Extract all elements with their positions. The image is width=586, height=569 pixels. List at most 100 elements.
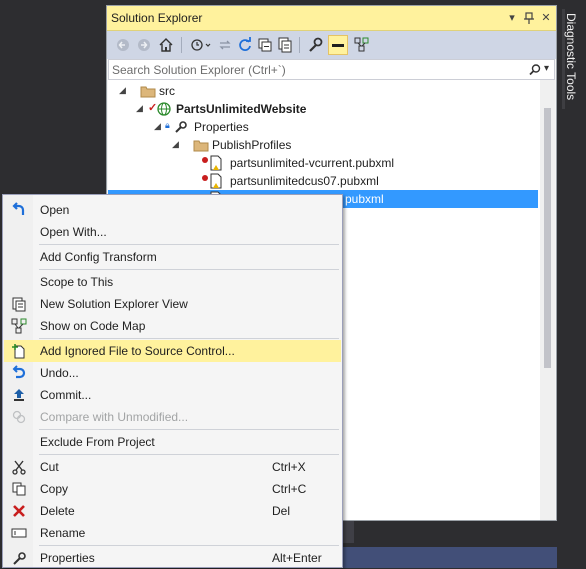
menu-item-label: Delete	[40, 504, 75, 518]
add-file-icon	[12, 344, 25, 359]
menu-separator	[39, 454, 339, 455]
tree-item-src[interactable]: ◢ src	[108, 82, 538, 100]
menu-item-rename[interactable]: Rename	[4, 522, 341, 544]
undo-icon	[12, 365, 26, 379]
tree-item-label: Properties	[194, 120, 249, 134]
show-all-files-icon[interactable]	[277, 35, 293, 55]
menu-item-label: Cut	[40, 460, 59, 474]
menu-item-show-on-code-map[interactable]: Show on Code Map	[4, 315, 341, 337]
expanded-arrow-icon[interactable]: ◢	[172, 139, 179, 150]
menu-item-label: Compare with Unmodified...	[40, 410, 189, 424]
menu-item-label: Scope to This	[40, 275, 114, 289]
tree-item-file[interactable]: partsunlimitedcus07.pubxml	[108, 172, 538, 190]
expanded-arrow-icon[interactable]: ◢	[119, 85, 126, 96]
menu-item-delete[interactable]: Delete Del	[4, 500, 341, 522]
menu-item-new-solution-explorer-view[interactable]: New Solution Explorer View	[4, 293, 341, 315]
search-icon[interactable]	[528, 63, 542, 77]
menu-item-scope-to-this[interactable]: Scope to This	[4, 271, 341, 293]
menu-separator	[39, 429, 339, 430]
open-arrow-icon	[12, 202, 25, 215]
diagnostic-tools-tab[interactable]: Diagnostic Tools	[558, 5, 586, 115]
menu-item-undo[interactable]: Undo...	[4, 362, 341, 384]
tree-item-project[interactable]: ◢ ✓ PartsUnlimitedWebsite	[108, 100, 538, 118]
menu-item-add-ignored-file-to-source-control[interactable]: Add Ignored File to Source Control...	[4, 340, 341, 362]
tree-item-properties[interactable]: ◢ 🔒︎ Properties	[108, 118, 538, 136]
tree-item-label: pubxml	[345, 192, 384, 206]
collapse-all-icon[interactable]	[257, 35, 273, 55]
preview-icon	[332, 44, 344, 47]
menu-item-compare-with-unmodified[interactable]: Compare with Unmodified...	[4, 406, 341, 428]
back-icon[interactable]	[115, 35, 131, 55]
tree-item-publish-profiles[interactable]: ◢ PublishProfiles	[108, 136, 538, 154]
menu-item-shortcut: Del	[272, 504, 291, 518]
forward-icon[interactable]	[136, 35, 152, 55]
lock-icon: 🔒︎	[165, 120, 170, 130]
context-menu: Open Open With... Add Config Transform S…	[2, 194, 343, 568]
tree-item-label: PartsUnlimitedWebsite	[176, 102, 307, 116]
code-map-icon	[11, 318, 27, 334]
search-input[interactable]	[112, 62, 512, 77]
tree-item-file[interactable]: partsunlimited-vcurrent.pubxml	[108, 154, 538, 172]
properties-wrench-icon[interactable]	[307, 35, 323, 55]
menu-item-open[interactable]: Open	[4, 199, 341, 221]
commit-icon	[14, 389, 24, 401]
menu-item-add-config-transform[interactable]: Add Config Transform	[4, 246, 341, 268]
menu-item-open-with[interactable]: Open With...	[4, 221, 341, 243]
ignored-status-icon	[202, 175, 208, 181]
vertical-scrollbar[interactable]	[540, 80, 555, 520]
menu-item-exclude-from-project[interactable]: Exclude From Project	[4, 431, 341, 453]
menu-item-label: Undo...	[40, 366, 79, 380]
expanded-arrow-icon[interactable]: ◢	[154, 121, 161, 132]
menu-separator	[39, 269, 339, 270]
home-icon[interactable]	[157, 35, 175, 55]
refresh-icon[interactable]	[237, 35, 253, 55]
bottom-panel-title-bar	[330, 547, 557, 568]
web-project-icon	[157, 102, 171, 116]
menu-item-label: Properties	[40, 551, 95, 565]
diagnostic-tools-label: Diagnostic Tools	[564, 13, 578, 101]
rename-icon	[11, 528, 27, 538]
tree-item-label: partsunlimited-vcurrent.pubxml	[230, 156, 395, 170]
menu-item-label: Open With...	[40, 225, 107, 239]
properties-icon	[13, 552, 26, 565]
menu-item-copy[interactable]: Copy Ctrl+C	[4, 478, 341, 500]
code-map-toolbar-icon[interactable]	[353, 35, 371, 55]
pin-icon[interactable]	[522, 11, 536, 25]
toolbar-separator	[181, 37, 182, 53]
menu-item-cut[interactable]: Cut Ctrl+X	[4, 456, 341, 478]
menu-item-label: Exclude From Project	[40, 435, 155, 449]
xml-file-icon	[210, 173, 222, 189]
menu-item-label: Add Config Transform	[40, 250, 157, 264]
menu-item-label: Open	[40, 203, 70, 217]
wrench-icon	[175, 121, 187, 133]
menu-item-commit[interactable]: Commit...	[4, 384, 341, 406]
tree-item-label: PublishProfiles	[212, 138, 292, 152]
toolbar-separator	[299, 37, 300, 53]
menu-item-shortcut: Alt+Enter	[272, 551, 322, 565]
scrollbar-thumb[interactable]	[544, 108, 551, 368]
menu-item-shortcut: Ctrl+X	[272, 460, 306, 474]
folder-icon	[193, 140, 209, 152]
new-view-icon	[12, 297, 26, 312]
menu-item-label: Copy	[40, 482, 69, 496]
copy-icon	[12, 482, 26, 496]
compare-icon	[12, 410, 26, 424]
menu-item-properties[interactable]: Properties Alt+Enter	[4, 547, 341, 569]
tree-item-label: partsunlimitedcus07.pubxml	[230, 174, 379, 188]
xml-file-icon	[210, 155, 222, 171]
pending-changes-filter-icon[interactable]	[189, 35, 213, 55]
menu-separator	[39, 338, 339, 339]
window-position-dropdown-icon[interactable]: ▾	[505, 11, 519, 25]
menu-separator	[39, 545, 339, 546]
expanded-arrow-icon[interactable]: ◢	[136, 103, 143, 114]
menu-item-label: Add Ignored File to Source Control...	[40, 344, 235, 358]
sync-with-document-icon[interactable]	[217, 35, 233, 55]
cut-icon	[12, 460, 26, 475]
tree-item-label: src	[159, 84, 175, 98]
preview-selected-items-button[interactable]	[328, 35, 348, 55]
menu-item-label: Rename	[40, 526, 86, 540]
close-icon[interactable]: ✕	[539, 11, 553, 25]
search-options-dropdown-icon[interactable]: ▾	[544, 63, 549, 74]
solution-explorer-toolbar	[107, 31, 556, 59]
solution-explorer-title-bar: Solution Explorer ▾ ✕	[107, 6, 556, 31]
